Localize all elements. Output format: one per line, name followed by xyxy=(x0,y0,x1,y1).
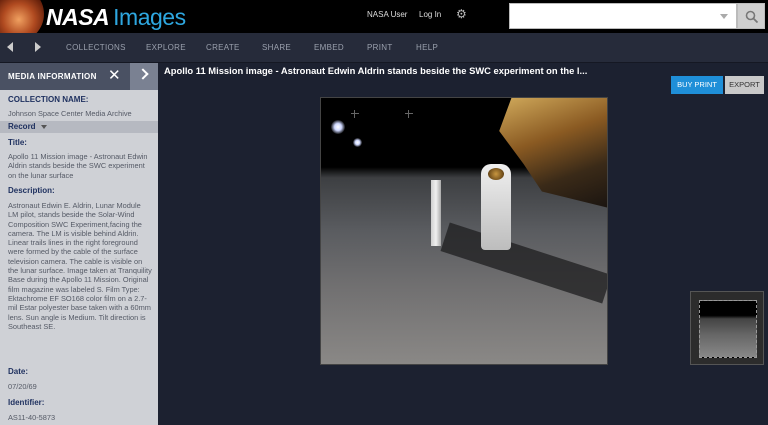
title-label: Title: xyxy=(8,138,27,147)
main-nav: COLLECTIONS EXPLORE CREATE SHARE EMBED P… xyxy=(0,33,768,63)
astronaut-visor xyxy=(488,168,504,180)
reseau-cross xyxy=(405,110,413,118)
logo-nasa-text: NASA xyxy=(46,4,110,30)
nav-explore[interactable]: EXPLORE xyxy=(146,43,186,53)
collection-name-value: Johnson Space Center Media Archive xyxy=(8,109,132,118)
expand-panel-button[interactable] xyxy=(130,63,158,90)
nav-create[interactable]: CREATE xyxy=(206,43,240,53)
search-icon xyxy=(745,10,759,24)
chevron-right-icon xyxy=(137,68,149,80)
prev-arrow-icon[interactable] xyxy=(7,42,13,52)
nasa-user-link[interactable]: NASA User xyxy=(367,9,407,21)
export-button[interactable]: EXPORT xyxy=(725,76,764,94)
caret-down-icon[interactable] xyxy=(41,125,47,129)
record-label: Record xyxy=(8,122,36,131)
close-icon[interactable]: ✕ xyxy=(108,68,121,84)
identifier-value: AS11-40-5873 xyxy=(8,413,56,422)
nav-share[interactable]: SHARE xyxy=(262,43,291,53)
nav-help[interactable]: HELP xyxy=(416,43,438,53)
site-header: NASA Images NASA User Log In ⚙ xyxy=(0,0,768,42)
main-image[interactable] xyxy=(320,97,608,365)
description-value: Astronaut Edwin E. Aldrin, Lunar Module … xyxy=(8,201,152,331)
astronaut-shadow xyxy=(440,222,607,304)
date-value: 07/20/69 xyxy=(8,382,37,391)
image-thumbnail[interactable] xyxy=(690,291,764,365)
image-title: Apollo 11 Mission image - Astronaut Edwi… xyxy=(164,65,588,76)
record-toggle[interactable]: Record xyxy=(0,121,158,133)
lens-flare xyxy=(353,138,362,147)
next-arrow-icon[interactable] xyxy=(35,42,41,52)
lens-flare xyxy=(331,120,345,134)
site-logo[interactable]: NASA Images xyxy=(46,4,186,30)
identifier-label: Identifier: xyxy=(8,398,45,407)
logo-images-text: Images xyxy=(113,4,186,30)
date-label: Date: xyxy=(8,367,29,376)
gear-icon[interactable]: ⚙ xyxy=(456,8,468,20)
description-label: Description: xyxy=(8,186,55,195)
login-link[interactable]: Log In xyxy=(419,9,441,21)
nav-collections[interactable]: COLLECTIONS xyxy=(66,43,126,53)
panel-header: MEDIA INFORMATION ✕ xyxy=(0,63,158,90)
panel-title: MEDIA INFORMATION xyxy=(8,72,97,81)
search-dropdown-icon[interactable] xyxy=(720,14,728,19)
nav-print[interactable]: PRINT xyxy=(367,43,393,53)
search-button[interactable] xyxy=(737,3,765,29)
collection-name-label: COLLECTION NAME: xyxy=(8,95,89,104)
thumbnail-viewport[interactable] xyxy=(699,300,757,358)
reseau-cross xyxy=(351,110,359,118)
nav-embed[interactable]: EMBED xyxy=(314,43,344,53)
search-input[interactable] xyxy=(509,3,737,29)
swc-experiment xyxy=(431,180,441,246)
title-value: Apollo 11 Mission image - Astronaut Edwi… xyxy=(8,152,148,180)
buy-print-button[interactable]: BUY PRINT xyxy=(671,76,723,94)
media-info-panel: MEDIA INFORMATION ✕ COLLECTION NAME: Joh… xyxy=(0,63,158,425)
